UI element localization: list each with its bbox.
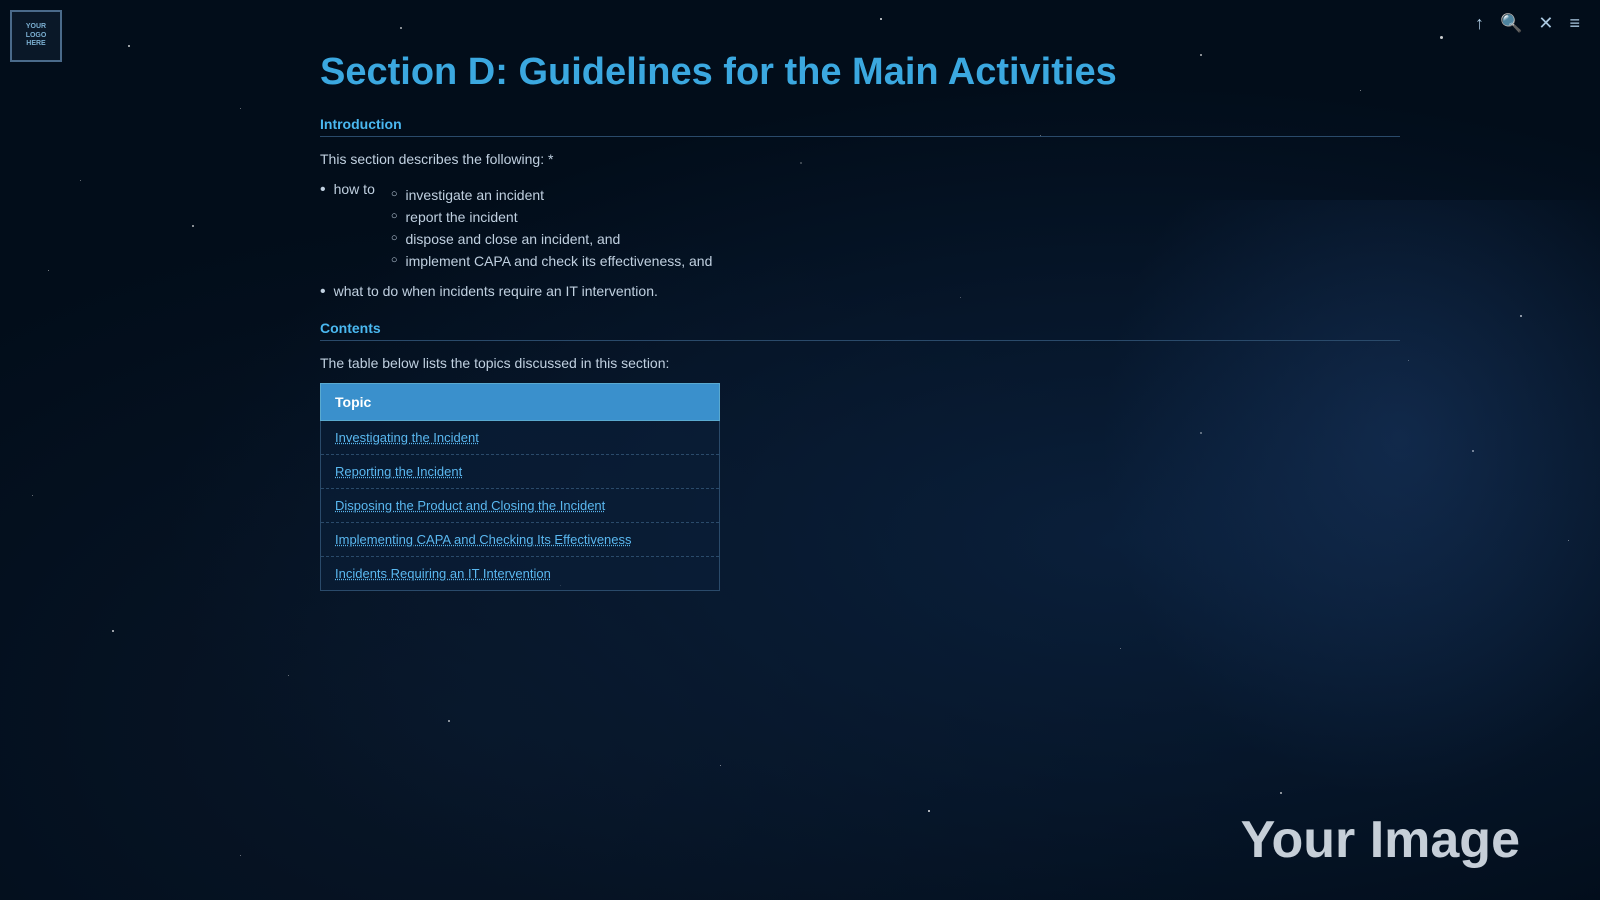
search-icon[interactable]: 🔍 xyxy=(1500,14,1522,32)
section-title: Section D: Guidelines for the Main Activ… xyxy=(320,50,1400,96)
bullet-it-text: what to do when incidents require an IT … xyxy=(334,283,658,299)
watermark-text: Your Image xyxy=(1241,810,1520,870)
topic-link-it-intervention[interactable]: Incidents Requiring an IT Intervention xyxy=(335,566,551,581)
menu-icon[interactable]: ≡ xyxy=(1569,14,1580,32)
intro-label: Introduction xyxy=(320,116,1400,132)
bullet-it-intervention: what to do when incidents require an IT … xyxy=(320,283,1400,301)
sub-item-dispose: dispose and close an incident, and xyxy=(391,231,713,247)
table-row: Incidents Requiring an IT Intervention xyxy=(321,557,720,591)
table-intro: The table below lists the topics discuss… xyxy=(320,355,1400,371)
table-row: Investigating the Incident xyxy=(321,421,720,455)
table-header: Topic xyxy=(321,384,720,421)
topic-link-investigating[interactable]: Investigating the Incident xyxy=(335,430,479,445)
contents-divider xyxy=(320,340,1400,341)
topic-link-reporting[interactable]: Reporting the Incident xyxy=(335,464,462,479)
bullet-how-to-text: how to xyxy=(334,181,375,197)
sub-item-investigate: investigate an incident xyxy=(391,187,713,203)
topic-link-disposing[interactable]: Disposing the Product and Closing the In… xyxy=(335,498,605,513)
sub-item-capa: implement CAPA and check its effectivene… xyxy=(391,253,713,269)
logo-text: YOURLOGOHERE xyxy=(26,23,47,48)
top-right-toolbar: ↑ 🔍 ✕ ≡ xyxy=(1475,14,1580,32)
contents-label: Contents xyxy=(320,320,1400,336)
sub-item-report: report the incident xyxy=(391,209,713,225)
table-row: Reporting the Incident xyxy=(321,455,720,489)
sub-list-how-to: investigate an incident report the incid… xyxy=(391,187,713,275)
intro-text: This section describes the following: * xyxy=(320,151,1400,167)
logo: YOURLOGOHERE xyxy=(10,10,62,62)
topic-table: Topic Investigating the Incident Reporti… xyxy=(320,383,720,591)
bullet-how-to: how to investigate an incident report th… xyxy=(320,181,1400,275)
intro-divider xyxy=(320,136,1400,137)
table-row: Disposing the Product and Closing the In… xyxy=(321,489,720,523)
topic-link-capa[interactable]: Implementing CAPA and Checking Its Effec… xyxy=(335,532,632,547)
main-content: Section D: Guidelines for the Main Activ… xyxy=(320,50,1400,591)
table-row: Implementing CAPA and Checking Its Effec… xyxy=(321,523,720,557)
close-icon[interactable]: ✕ xyxy=(1538,14,1553,32)
upload-icon[interactable]: ↑ xyxy=(1475,14,1484,32)
main-bullet-list: how to investigate an incident report th… xyxy=(320,181,1400,301)
